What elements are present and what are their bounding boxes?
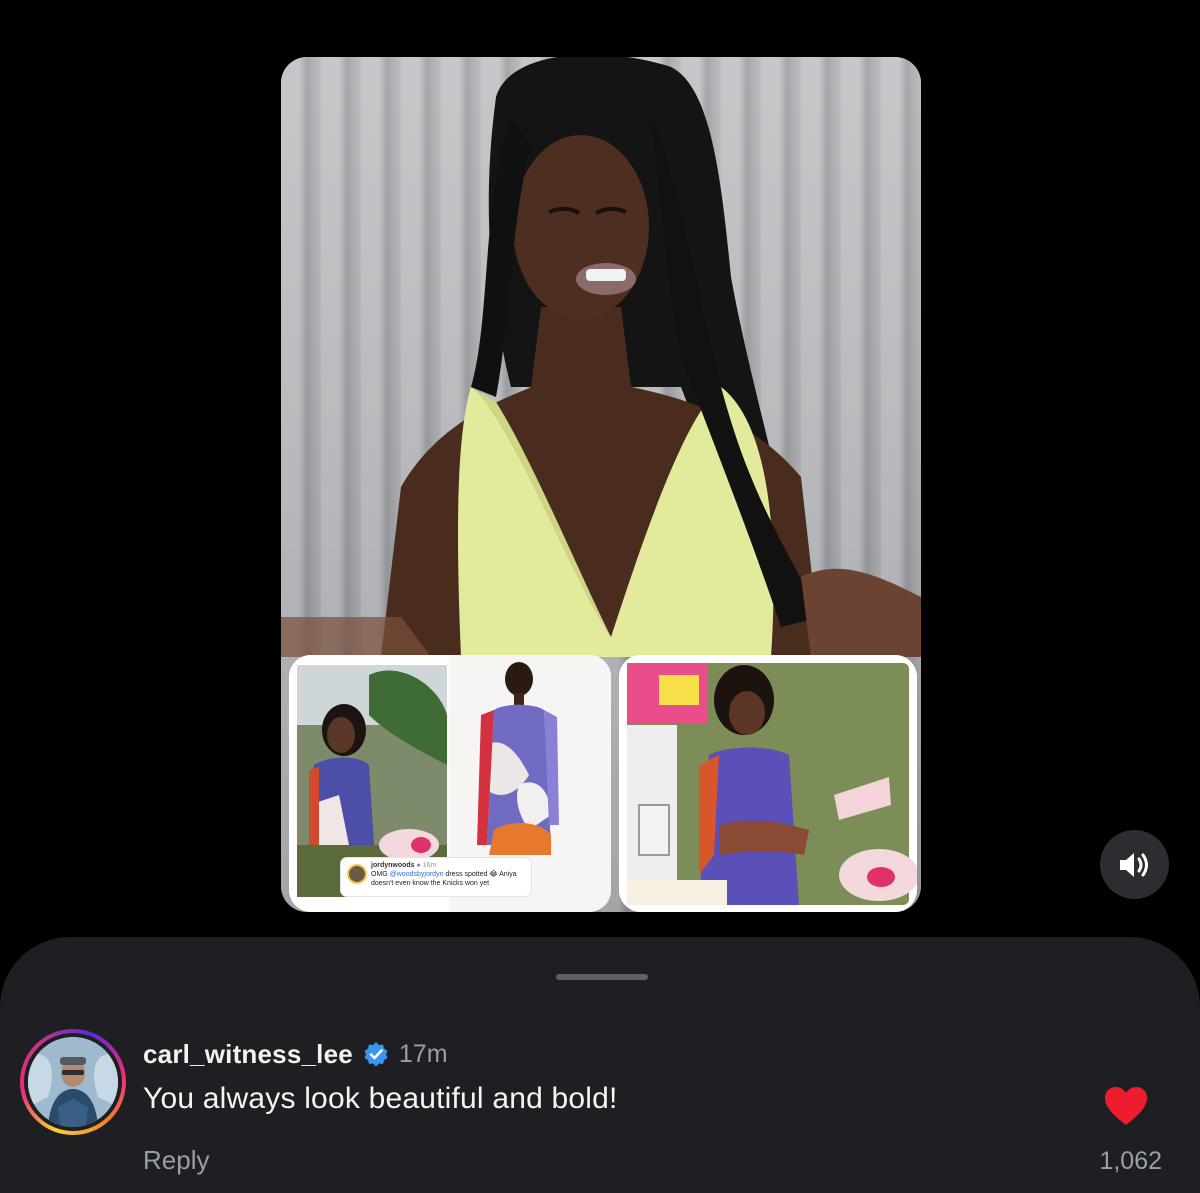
video-inset-collage: jordynwoods ● 16m OMG @woodsbyjordyn dre…	[289, 655, 917, 912]
comment-text: You always look beautiful and bold!	[143, 1082, 618, 1115]
reply-button[interactable]: Reply	[143, 1145, 209, 1176]
tweet-handle: jordynwoods	[371, 862, 415, 869]
comment-timestamp: 17m	[398, 1039, 448, 1068]
tweet-text-prefix: OMG	[371, 870, 390, 878]
like-button[interactable]	[1103, 1085, 1149, 1127]
heart-filled-icon	[1105, 1087, 1147, 1125]
verified-badge-icon	[364, 1042, 388, 1067]
like-count: 1,062	[1099, 1147, 1162, 1175]
tweet-mention: @woodsbyjordyn	[389, 870, 444, 878]
story-ring[interactable]	[20, 1029, 126, 1135]
inset-right-image	[619, 655, 917, 912]
tweet-avatar	[347, 864, 367, 884]
sound-toggle-button[interactable]	[1100, 830, 1169, 899]
comment-username[interactable]: carl_witness_lee	[143, 1039, 353, 1070]
avatar[interactable]	[28, 1037, 118, 1127]
tweet-time: 16m	[422, 862, 437, 869]
comment-sheet: carl_witness_lee 17m You always look bea…	[0, 937, 1200, 1193]
inset-tweet-card: jordynwoods ● 16m OMG @woodsbyjordyn dre…	[341, 858, 531, 896]
inset-left-image: jordynwoods ● 16m OMG @woodsbyjordyn dre…	[289, 655, 611, 912]
drag-handle[interactable]	[556, 974, 648, 980]
video-player[interactable]: jordynwoods ● 16m OMG @woodsbyjordyn dre…	[281, 57, 921, 912]
speaker-on-icon	[1119, 852, 1148, 877]
